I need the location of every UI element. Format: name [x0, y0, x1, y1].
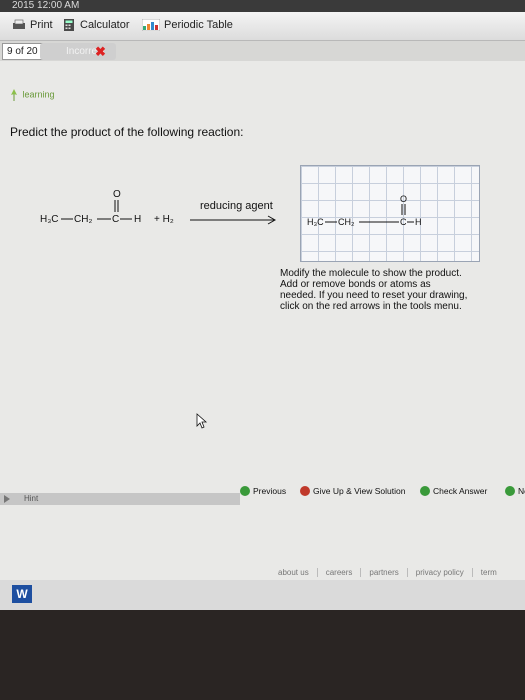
- check-answer-button[interactable]: Check Answer: [420, 486, 487, 496]
- instruction-line: Modify the molecule to show the product.: [280, 268, 462, 279]
- reactant-h3c: H₃C: [40, 214, 59, 225]
- footer-link-partners[interactable]: partners: [361, 568, 408, 577]
- question-position[interactable]: 9 of 20: [2, 43, 43, 60]
- top-status-strip: 2015 12:00 AM: [0, 0, 525, 12]
- calculator-icon: [64, 19, 74, 31]
- logo-text: learning: [22, 89, 55, 100]
- drawn-ch2: CH₂: [338, 217, 355, 227]
- toolbar: Print Calculator Periodic Table: [0, 12, 525, 41]
- calculator-label: Calculator: [80, 19, 130, 31]
- give-up-label: Give Up & View Solution: [313, 486, 406, 496]
- periodic-table-icon: [142, 19, 160, 31]
- next-button[interactable]: Ne: [505, 486, 525, 496]
- reactant-h: H: [134, 214, 141, 225]
- footer-link-terms[interactable]: term: [473, 568, 505, 577]
- give-up-icon: [300, 486, 310, 496]
- instruction-line: click on the red arrows in the tools men…: [280, 301, 462, 312]
- drawing-canvas[interactable]: H₃C CH₂ C O H: [300, 165, 480, 262]
- drawn-molecule[interactable]: H₃C CH₂ C O H: [301, 166, 479, 261]
- drawn-h3c: H₃C: [307, 217, 324, 227]
- plus-h2: + H₂: [154, 214, 174, 225]
- check-icon: [420, 486, 430, 496]
- word-app-icon[interactable]: W: [12, 585, 32, 603]
- instruction-line: Add or remove bonds or atoms as: [280, 279, 431, 290]
- footer-link-about[interactable]: about us: [270, 568, 318, 577]
- arrow-label: reducing agent: [200, 200, 273, 212]
- drawn-o: O: [400, 194, 407, 204]
- check-label: Check Answer: [433, 486, 488, 496]
- next-arrow-icon: [505, 486, 515, 496]
- footer-link-privacy[interactable]: privacy policy: [408, 568, 473, 577]
- reaction-scheme: H₃C CH₂ C O H + H₂ reducing agent: [40, 189, 277, 225]
- question-pager: 9 of 20 Incorrect ✖: [0, 41, 525, 61]
- app-screen: 2015 12:00 AM Print Calculator Periodic …: [0, 0, 525, 610]
- give-up-button[interactable]: Give Up & View Solution: [300, 486, 405, 496]
- periodic-table-label: Periodic Table: [164, 19, 233, 31]
- footer-links: about us careers partners privacy policy…: [270, 568, 505, 577]
- footer-link-careers[interactable]: careers: [318, 568, 362, 577]
- top-time: 2015 12:00 AM: [12, 0, 80, 11]
- taskbar: [0, 580, 525, 610]
- carbonyl-o: O: [113, 189, 121, 200]
- mouse-cursor-icon: [196, 413, 208, 429]
- reactant-c: C: [112, 214, 119, 225]
- previous-label: Previous: [253, 486, 287, 496]
- hint-bar[interactable]: Hint: [0, 493, 240, 505]
- leaf-icon: [11, 89, 17, 101]
- calculator-button[interactable]: Calculator: [62, 19, 130, 31]
- instructions: Modify the molecule to show the product.…: [280, 268, 495, 312]
- print-button[interactable]: Print: [12, 19, 53, 31]
- question-prompt: Predict the product of the following rea…: [10, 125, 244, 139]
- reactant-ch2: CH₂: [74, 214, 92, 225]
- expand-triangle-icon: [4, 495, 10, 503]
- instruction-line: needed. If you need to reset your drawin…: [280, 290, 468, 301]
- print-label: Print: [30, 19, 53, 31]
- printer-icon: [13, 19, 25, 29]
- previous-button[interactable]: Previous: [240, 486, 286, 496]
- previous-arrow-icon: [240, 486, 250, 496]
- incorrect-x-icon: ✖: [95, 44, 106, 59]
- periodic-table-button[interactable]: Periodic Table: [142, 19, 233, 31]
- hint-label: Hint: [24, 494, 39, 503]
- drawn-h: H: [415, 217, 422, 227]
- brand-logo: learning: [8, 88, 55, 102]
- drawn-c: C: [400, 217, 407, 227]
- next-label: Ne: [518, 486, 525, 496]
